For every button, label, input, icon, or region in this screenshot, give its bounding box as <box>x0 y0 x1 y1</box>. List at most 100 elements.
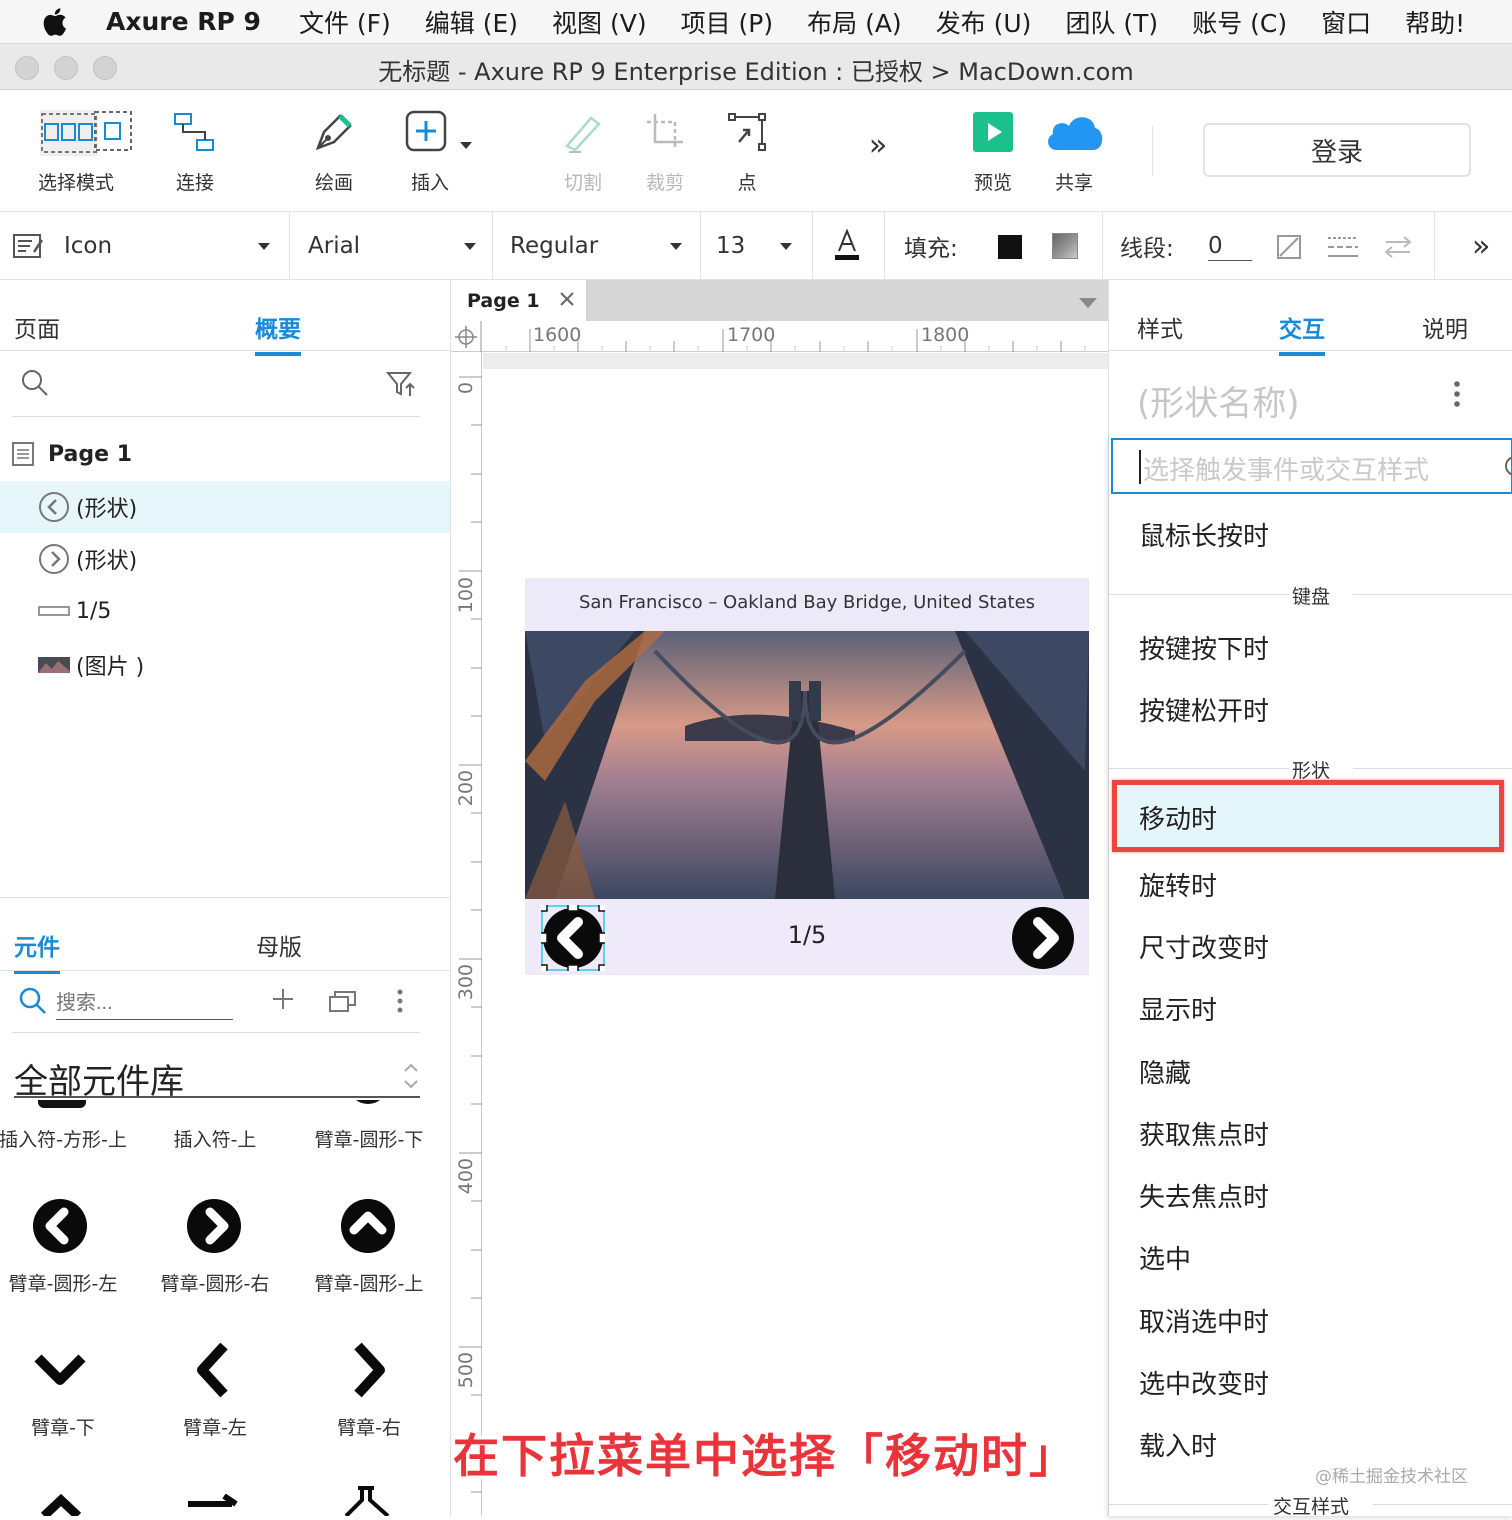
filter-icon[interactable] <box>385 370 416 402</box>
fill-color-swatch[interactable] <box>998 235 1022 259</box>
event-long-press[interactable]: 鼠标长按时 <box>1139 516 1269 553</box>
font-weight-dropdown[interactable]: Regular <box>510 212 685 280</box>
line-width-input[interactable]: 0 <box>1208 212 1252 280</box>
menu-help[interactable]: 帮助! <box>1405 4 1465 40</box>
style-value: Icon <box>64 233 113 259</box>
menu-team[interactable]: 团队 (T) <box>1065 4 1158 40</box>
chevron-down-icon[interactable] <box>32 1342 88 1402</box>
event-resized[interactable]: 尺寸改变时 <box>1139 928 1269 965</box>
search-icon[interactable] <box>20 368 50 402</box>
event-key-down[interactable]: 按键按下时 <box>1139 629 1269 666</box>
badge-circle-up-icon[interactable] <box>340 1198 396 1258</box>
more-vertical-icon[interactable] <box>1453 380 1461 412</box>
tab-pages[interactable]: 页面 <box>14 310 60 344</box>
event-hidden[interactable]: 隐藏 <box>1139 1053 1191 1090</box>
widget-label[interactable]: 臂章-圆形-左 <box>0 1269 138 1296</box>
event-rotated[interactable]: 旋转时 <box>1139 866 1217 903</box>
insert-dropdown-icon[interactable] <box>460 142 472 149</box>
chevron-left-icon[interactable] <box>186 1342 242 1402</box>
widget-label[interactable]: 臂章-右 <box>294 1413 444 1440</box>
widget-label[interactable]: 插入符-上 <box>140 1125 290 1152</box>
chevron-right-icon[interactable] <box>340 1342 396 1402</box>
menu-publish[interactable]: 发布 (U) <box>936 4 1032 40</box>
connect-button[interactable]: 连接 <box>160 90 230 212</box>
insert-button[interactable]: 插入 <box>390 90 472 212</box>
bridge-image[interactable] <box>525 631 1089 899</box>
badge-circle-right-icon[interactable] <box>186 1198 242 1258</box>
widget-label[interactable]: 臂章-圆形-上 <box>294 1269 444 1296</box>
tab-style[interactable]: 样式 <box>1137 310 1183 344</box>
tab-divider <box>0 350 450 351</box>
menu-window[interactable]: 窗口 <box>1321 4 1371 40</box>
tab-overflow-dropdown-icon[interactable] <box>1079 298 1097 308</box>
library-manage-icon[interactable] <box>328 988 358 1018</box>
event-unselected[interactable]: 取消选中时 <box>1139 1302 1269 1339</box>
fill-label: 填充: <box>904 236 958 262</box>
point-button[interactable]: 点 <box>712 90 782 212</box>
shape-name-field[interactable]: (形状名称) <box>1137 376 1300 425</box>
share-button[interactable]: 共享 <box>1038 90 1110 212</box>
close-icon[interactable] <box>558 288 576 314</box>
tab-masters[interactable]: 母版 <box>256 928 302 962</box>
event-moved-highlight[interactable]: 移动时 <box>1112 780 1504 852</box>
menu-edit[interactable]: 编辑 (E) <box>425 4 518 40</box>
menu-arrange[interactable]: 布局 (A) <box>807 4 902 40</box>
apple-icon[interactable] <box>34 0 74 44</box>
tab-interactions[interactable]: 交互 <box>1279 310 1325 356</box>
event-selected-change[interactable]: 选中改变时 <box>1139 1364 1269 1401</box>
font-family-dropdown[interactable]: Arial <box>308 212 478 280</box>
more-vertical-icon[interactable] <box>396 988 404 1018</box>
prev-slide-button[interactable] <box>536 900 610 976</box>
widget-label[interactable]: 臂章-左 <box>140 1413 290 1440</box>
slice-button[interactable]: 切割 <box>548 90 618 212</box>
slide-caption-box[interactable]: San Francisco – Oakland Bay Bridge, Unit… <box>525 578 1089 631</box>
chevron-double-right-icon[interactable]: » <box>1472 212 1490 280</box>
outline-item[interactable]: (形状) <box>0 533 450 585</box>
shadow-swatch[interactable] <box>1052 233 1078 259</box>
outline-page[interactable]: Page 1 <box>0 428 450 480</box>
widget-label[interactable]: 插入符-方形-上 <box>0 1125 138 1152</box>
tab-outline[interactable]: 概要 <box>255 310 301 356</box>
badge-circle-left-icon[interactable] <box>32 1198 88 1258</box>
trigger-search-box[interactable]: 选择触发事件或交互样式 <box>1111 438 1512 494</box>
line-color-icon[interactable] <box>1276 234 1302 264</box>
event-shown[interactable]: 显示时 <box>1139 990 1217 1027</box>
line-style-icon[interactable] <box>1326 234 1360 264</box>
menu-app-name[interactable]: Axure RP 9 <box>106 7 261 36</box>
font-size-dropdown[interactable]: 13 <box>716 212 796 280</box>
tab-notes[interactable]: 说明 <box>1422 310 1468 344</box>
select-contained-icon[interactable] <box>93 110 133 156</box>
event-selected[interactable]: 选中 <box>1139 1239 1191 1276</box>
login-button[interactable]: 登录 <box>1203 123 1471 177</box>
arrow-style-icon[interactable] <box>1382 234 1414 264</box>
event-got-focus[interactable]: 获取焦点时 <box>1139 1115 1269 1152</box>
event-loaded[interactable]: 载入时 <box>1139 1426 1217 1463</box>
crop-button[interactable]: 裁剪 <box>630 90 700 212</box>
widget-label[interactable]: 臂章-圆形-下 <box>294 1125 444 1152</box>
widget-search-input[interactable] <box>56 988 233 1020</box>
menu-account[interactable]: 账号 (C) <box>1192 4 1287 40</box>
outline-item[interactable]: (图片 ) <box>0 639 450 691</box>
trigger-event-dropdown: 选择触发事件或交互样式 鼠标长按时 键盘 按键按下时 按键松开时 形状 移动时 … <box>1109 436 1512 1518</box>
draw-button[interactable]: 绘画 <box>298 90 370 212</box>
tab-page-1[interactable]: Page 1 <box>451 280 587 321</box>
event-lost-focus[interactable]: 失去焦点时 <box>1139 1177 1269 1214</box>
next-slide-button[interactable] <box>1011 906 1075 974</box>
style-dropdown[interactable]: Icon <box>12 212 277 280</box>
horizontal-ruler: 1600 1700 1800 <box>451 321 1108 352</box>
tab-widgets[interactable]: 元件 <box>14 928 60 974</box>
widget-label[interactable]: 臂章-圆形-右 <box>140 1269 290 1296</box>
preview-button[interactable]: 预览 <box>958 90 1028 212</box>
event-key-up[interactable]: 按键松开时 <box>1139 691 1269 728</box>
toolbar-overflow-button[interactable]: » <box>850 90 906 212</box>
plus-icon[interactable] <box>270 986 296 1016</box>
widget-label[interactable]: 臂章-下 <box>0 1413 138 1440</box>
menu-view[interactable]: 视图 (V) <box>552 4 647 40</box>
menu-file[interactable]: 文件 (F) <box>299 4 391 40</box>
menu-project[interactable]: 项目 (P) <box>681 4 774 40</box>
text-color-button[interactable] <box>834 212 864 280</box>
updown-chevron-icon[interactable] <box>402 1060 420 1096</box>
outline-item[interactable]: 1/5 <box>0 585 450 637</box>
outline-item-label: (图片 ) <box>76 655 145 680</box>
outline-item[interactable]: (形状) <box>0 481 450 533</box>
